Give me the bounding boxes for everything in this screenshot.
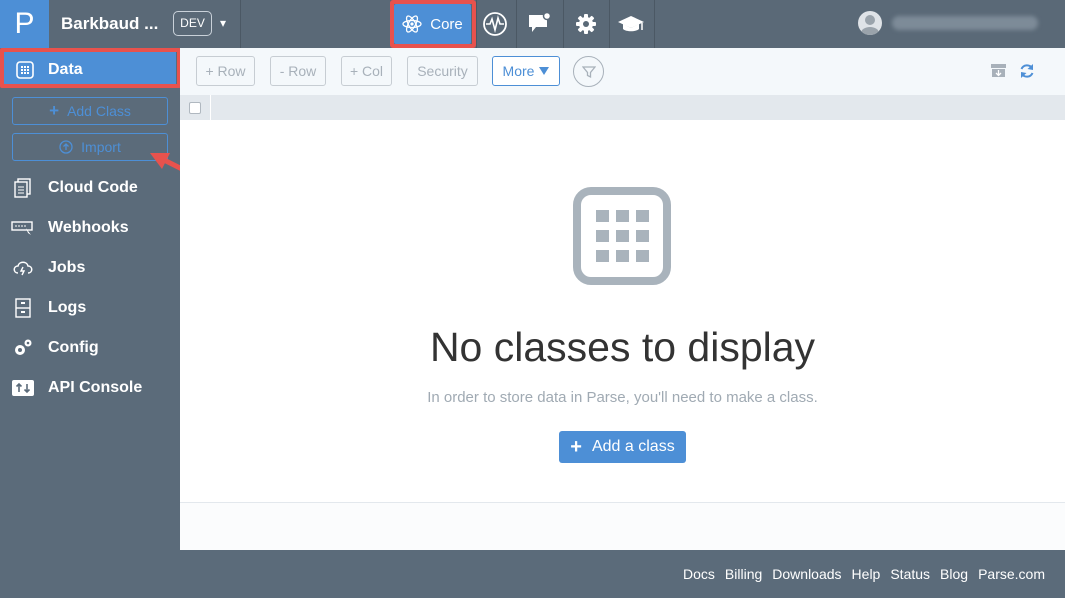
app-switcher-chevron-icon[interactable]: ▾ bbox=[220, 16, 226, 30]
header-divider bbox=[654, 0, 655, 48]
select-all-checkbox[interactable] bbox=[189, 102, 201, 114]
add-a-class-label: Add a class bbox=[591, 438, 675, 455]
main-content: + Row - Row + Col Security More No class… bbox=[180, 48, 1065, 550]
sidebar-item-config[interactable]: Config bbox=[0, 328, 180, 368]
filter-funnel-icon bbox=[581, 65, 596, 78]
sidebar-item-label: Webhooks bbox=[48, 219, 129, 236]
sidebar-item-data[interactable]: Data bbox=[4, 52, 176, 88]
settings-gear-icon[interactable] bbox=[572, 10, 600, 38]
footer-link-downloads[interactable]: Downloads bbox=[772, 566, 841, 582]
add-row-button[interactable]: + Row bbox=[196, 56, 255, 86]
more-label: More bbox=[502, 63, 535, 79]
caret-down-icon bbox=[539, 67, 550, 75]
empty-state-subtitle: In order to store data in Parse, you'll … bbox=[427, 389, 818, 406]
sidebar-item-label: Jobs bbox=[48, 259, 86, 276]
sidebar-item-webhooks[interactable]: Webhooks bbox=[0, 208, 180, 248]
footer-links: Docs Billing Downloads Help Status Blog … bbox=[683, 566, 1045, 582]
sidebar-item-label: Config bbox=[48, 339, 99, 356]
header-divider bbox=[563, 0, 564, 48]
env-badge[interactable]: DEV bbox=[173, 11, 212, 36]
sidebar-item-api-console[interactable]: API Console bbox=[0, 368, 180, 408]
user-name-redacted[interactable] bbox=[892, 16, 1038, 30]
archive-download-icon[interactable] bbox=[990, 63, 1007, 78]
data-grid-icon bbox=[16, 61, 34, 79]
footer-link-billing[interactable]: Billing bbox=[725, 566, 762, 582]
header-divider bbox=[516, 0, 517, 48]
logs-icon bbox=[0, 298, 48, 318]
add-class-button[interactable]: + Add Class bbox=[12, 97, 168, 125]
empty-state-title: No classes to display bbox=[429, 324, 816, 370]
security-button[interactable]: Security bbox=[407, 56, 478, 86]
header-divider bbox=[476, 0, 477, 48]
config-icon bbox=[0, 338, 48, 358]
footer-link-parse-com[interactable]: Parse.com bbox=[978, 566, 1045, 582]
column-divider bbox=[210, 95, 211, 120]
webhooks-icon bbox=[0, 220, 48, 236]
core-atom-icon bbox=[402, 15, 422, 33]
more-button[interactable]: More bbox=[492, 56, 560, 86]
content-bottom-strip bbox=[180, 503, 1065, 550]
data-toolbar: + Row - Row + Col Security More bbox=[180, 48, 1065, 95]
table-header-row bbox=[180, 95, 1065, 120]
docs-mortarboard-icon[interactable] bbox=[617, 10, 645, 38]
add-a-class-button[interactable]: + Add a class bbox=[559, 431, 686, 463]
cloud-code-icon bbox=[0, 178, 48, 198]
footer-link-help[interactable]: Help bbox=[852, 566, 881, 582]
sidebar-item-label: Logs bbox=[48, 299, 87, 316]
jobs-icon bbox=[0, 260, 48, 276]
sidebar-item-label: API Console bbox=[48, 379, 143, 396]
sidebar-item-label: Data bbox=[48, 61, 83, 78]
nav-core-tab[interactable]: Core bbox=[394, 4, 471, 44]
push-chat-icon[interactable] bbox=[526, 10, 554, 38]
footer-link-status[interactable]: Status bbox=[890, 566, 930, 582]
nav-core-label: Core bbox=[430, 15, 463, 33]
top-header: P Barkbaud ... DEV ▾ Core bbox=[0, 0, 1065, 48]
upload-circle-icon bbox=[59, 140, 73, 154]
api-console-icon bbox=[0, 380, 48, 396]
analytics-pulse-icon[interactable] bbox=[481, 10, 509, 38]
add-column-button[interactable]: + Col bbox=[341, 56, 392, 86]
plus-icon: + bbox=[49, 101, 60, 120]
user-avatar[interactable] bbox=[858, 11, 882, 35]
header-divider bbox=[609, 0, 610, 48]
remove-row-button[interactable]: - Row bbox=[270, 56, 326, 86]
parse-logo[interactable]: P bbox=[0, 0, 49, 48]
filter-button[interactable] bbox=[573, 56, 604, 87]
sidebar-item-logs[interactable]: Logs bbox=[0, 288, 180, 328]
import-label: Import bbox=[81, 139, 121, 155]
sidebar-item-label: Cloud Code bbox=[48, 179, 138, 196]
header-divider bbox=[240, 0, 241, 48]
sidebar-item-jobs[interactable]: Jobs bbox=[0, 248, 180, 288]
footer: Docs Billing Downloads Help Status Blog … bbox=[0, 550, 1065, 598]
refresh-icon[interactable] bbox=[1019, 63, 1035, 79]
plus-icon: + bbox=[570, 435, 582, 458]
footer-link-docs[interactable]: Docs bbox=[683, 566, 715, 582]
footer-link-blog[interactable]: Blog bbox=[940, 566, 968, 582]
import-button[interactable]: Import bbox=[12, 133, 168, 161]
sidebar: Data + Add Class Import Cloud Code Webho… bbox=[0, 48, 181, 550]
app-name[interactable]: Barkbaud ... bbox=[61, 14, 158, 34]
empty-state-grid-icon bbox=[573, 187, 671, 285]
add-class-label: Add Class bbox=[67, 103, 131, 119]
